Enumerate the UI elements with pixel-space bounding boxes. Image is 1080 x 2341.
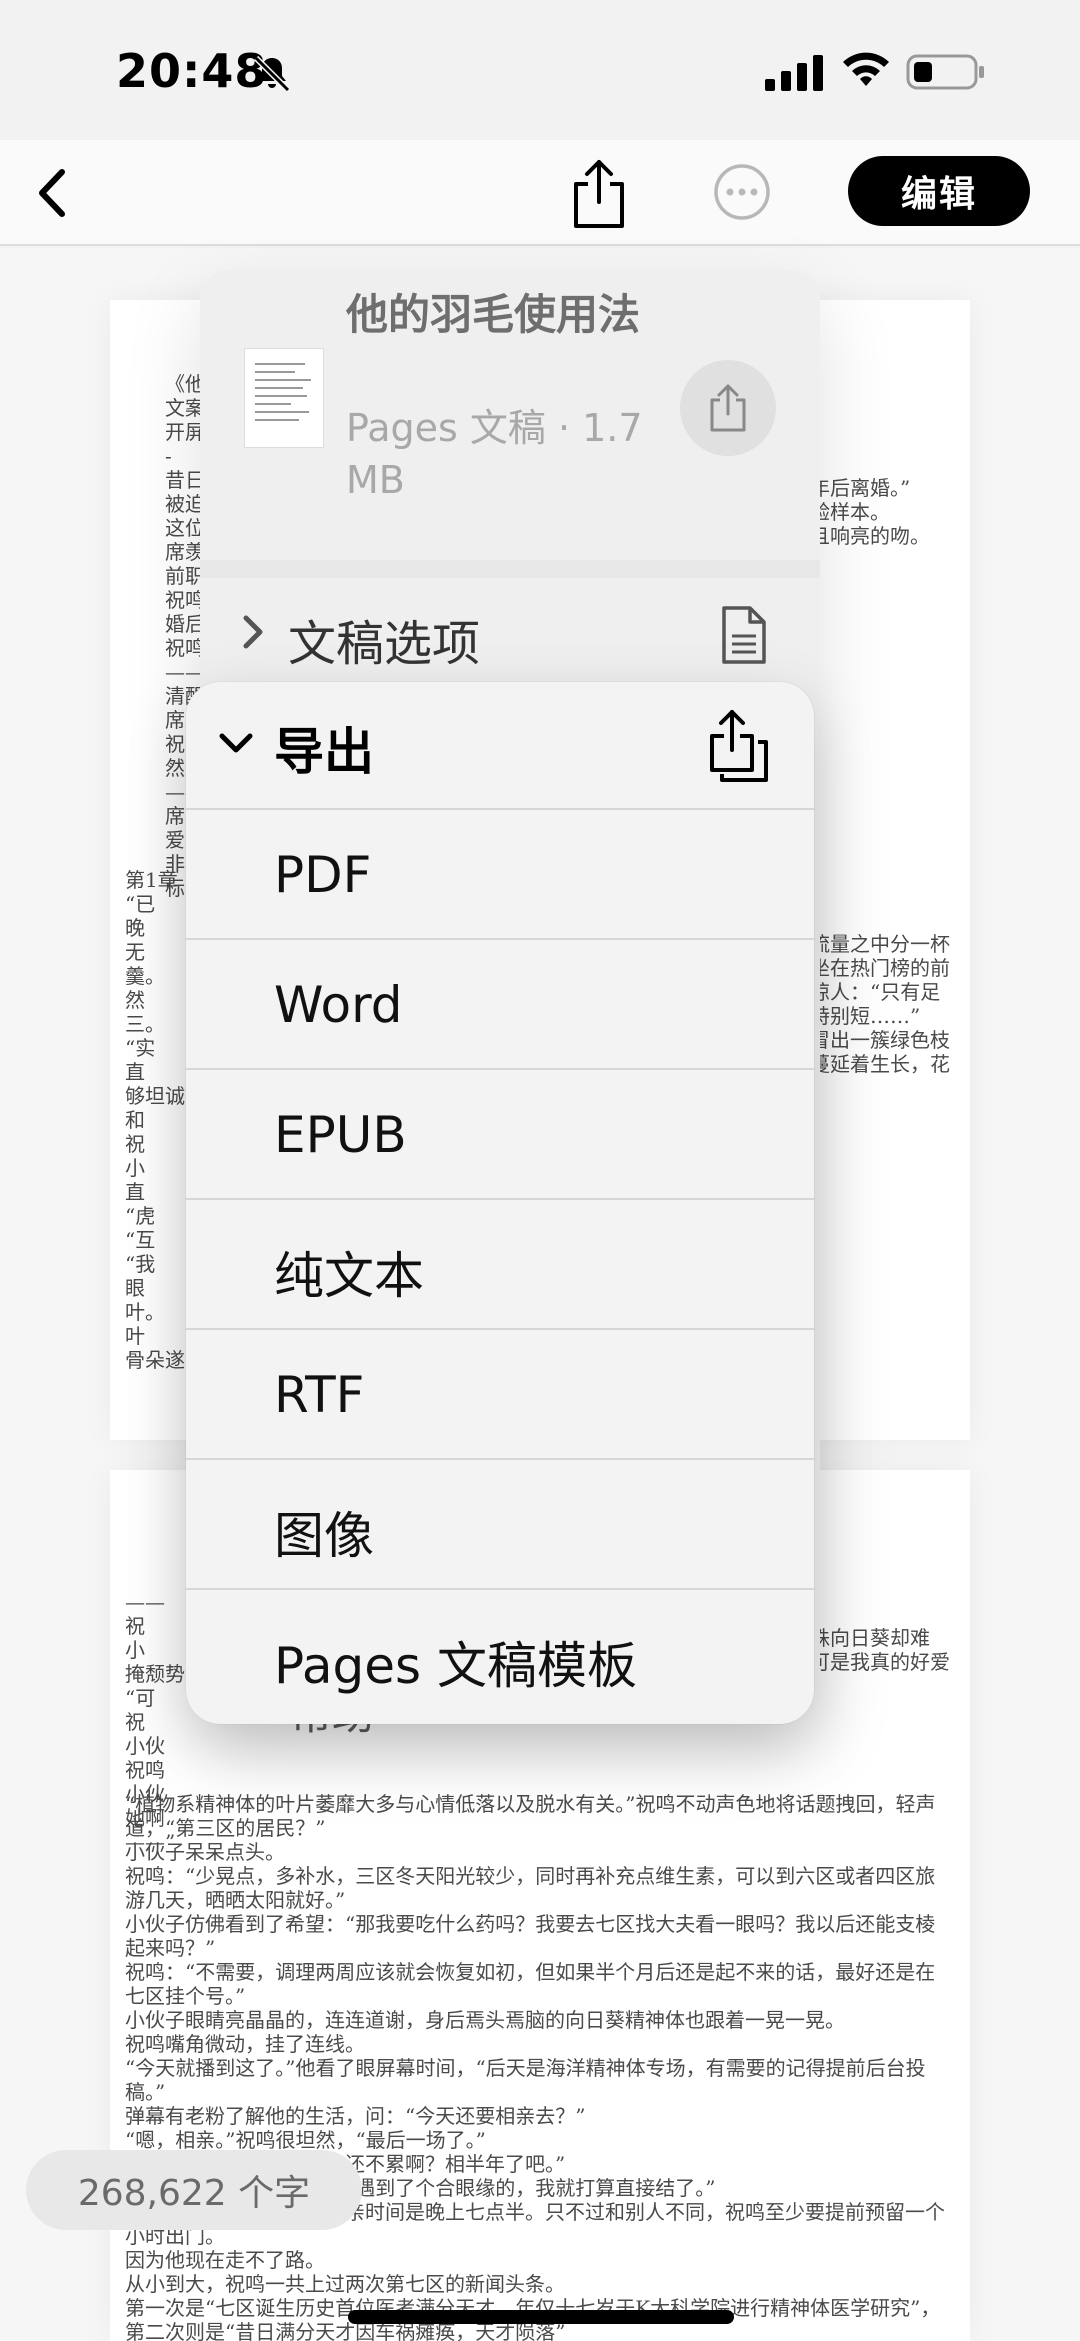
export-image[interactable]: 图像 bbox=[186, 1460, 814, 1590]
export-image-label: 图像 bbox=[274, 1507, 374, 1565]
chevron-right-icon bbox=[243, 615, 263, 649]
export-pages-template-label: Pages 文稿模板 bbox=[274, 1637, 637, 1695]
export-pdf[interactable]: PDF bbox=[186, 810, 814, 940]
doc-line: 因为他现在走不了路。 bbox=[125, 2248, 325, 2272]
export-stack-icon bbox=[710, 710, 768, 782]
doc-text-bottom: “植物系精神体的叶片萎靡大多与心情低落以及脱水有关。”祝鸣不动声色地将话题拽回，… bbox=[125, 1792, 955, 2341]
doc-line: 小伙子眼睛亮晶晶的，连连道谢，身后焉头焉脑的向日葵精神体也跟着一晃一晃。 bbox=[125, 2008, 845, 2032]
word-count-badge[interactable]: 268,622 个字 bbox=[26, 2150, 362, 2230]
cellular-signal-icon bbox=[765, 55, 823, 91]
doc-line: 祝鸣 bbox=[125, 1758, 165, 1782]
pages-app-screen: 《他 文案 开屏: - 昔日 被迫 这位 席羡 前职 祝鸣 婚后 祝鸣 —— 清醒 席羡 祝鸣 然后 —— 席爱非标… bbox=[0, 0, 1080, 2341]
chevron-left-icon[interactable] bbox=[24, 160, 84, 226]
export-rtf[interactable]: RTF bbox=[186, 1330, 814, 1460]
file-share-button[interactable] bbox=[680, 360, 776, 456]
status-time: 20:48 bbox=[116, 44, 268, 98]
doc-line: “今天就播到这了。”他看了眼屏幕时间，“后天是海洋精神体专场，有需要的记得提前后… bbox=[125, 2056, 926, 2104]
wifi-icon bbox=[843, 52, 889, 86]
doc-line: “嗯，相亲。”祝鸣很坦然，“最后一场了。” bbox=[125, 2128, 486, 2152]
export-plain-text-label: 纯文本 bbox=[274, 1247, 424, 1305]
doc-line: 弹幕有老粉了解他的生活，问：“今天还要相亲去？” bbox=[125, 2104, 586, 2128]
home-indicator bbox=[348, 2310, 734, 2324]
share-icon[interactable] bbox=[566, 156, 632, 232]
export-submenu: 导出 PDF Word EPUB 纯文本 RTF 图像 Pages 文稿模板 bbox=[186, 682, 814, 1724]
top-toolbar: 编辑 bbox=[0, 140, 1080, 246]
export-word[interactable]: Word bbox=[186, 940, 814, 1070]
doc-line: 祝鸣：“不需要，调理两周应该就会恢复如初，但如果半个月后还是起不来的话，最好还是… bbox=[125, 1960, 936, 2008]
document-options-row[interactable]: 文稿选项 bbox=[200, 580, 820, 690]
document-thumbnail bbox=[244, 348, 324, 448]
battery-low-icon bbox=[906, 54, 984, 90]
doc-line: 从小到大，祝鸣一共上过两次第七区的新闻头条。 bbox=[125, 2272, 565, 2296]
export-epub[interactable]: EPUB bbox=[186, 1070, 814, 1200]
doc-line: “植物系精神体的叶片萎靡大多与心情低落以及脱水有关。”祝鸣不动声色地将话题拽回，… bbox=[125, 1792, 936, 1840]
document-icon bbox=[722, 606, 766, 664]
export-epub-label: EPUB bbox=[274, 1106, 407, 1164]
doc-line: 祝鸣：“少晃点，多补水，三区冬天阳光较少，同时再补充点维生素，可以到六区或者四区… bbox=[125, 1864, 936, 1912]
doc-line: 祝鸣嘴角微动，挂了连线。 bbox=[125, 2032, 365, 2056]
export-title: 导出 bbox=[274, 723, 374, 781]
ellipsis-circle-icon[interactable] bbox=[712, 162, 772, 222]
document-options-label: 文稿选项 bbox=[288, 616, 481, 672]
file-meta: Pages 文稿 · 1.7 MB bbox=[346, 406, 643, 502]
export-header[interactable]: 导出 bbox=[186, 682, 814, 810]
export-plain-text[interactable]: 纯文本 bbox=[186, 1200, 814, 1330]
bell-slash-icon bbox=[253, 55, 291, 93]
export-rtf-label: RTF bbox=[274, 1366, 365, 1424]
doc-line: 小伙子仿佛看到了希望：“那我要吃什么药吗？我要去七区找大夫看一眼吗？我以后还能支… bbox=[125, 1912, 936, 1960]
section-divider bbox=[200, 560, 820, 578]
doc-line: 小伙 bbox=[125, 1734, 165, 1758]
file-info-header: 他的羽毛使用法 Pages 文稿 · 1.7 MB bbox=[200, 270, 820, 560]
export-pages-template[interactable]: Pages 文稿模板 bbox=[186, 1590, 814, 1720]
status-bar: 20:48 bbox=[0, 0, 1080, 140]
export-word-label: Word bbox=[274, 976, 403, 1034]
doc-line: 小伙子呆呆点头。 bbox=[125, 1840, 285, 1864]
share-icon bbox=[710, 384, 746, 432]
export-pdf-label: PDF bbox=[274, 846, 372, 904]
file-name: 他的羽毛使用法 bbox=[346, 290, 641, 339]
edit-button[interactable]: 编辑 bbox=[848, 156, 1030, 226]
chevron-down-icon bbox=[219, 733, 253, 753]
